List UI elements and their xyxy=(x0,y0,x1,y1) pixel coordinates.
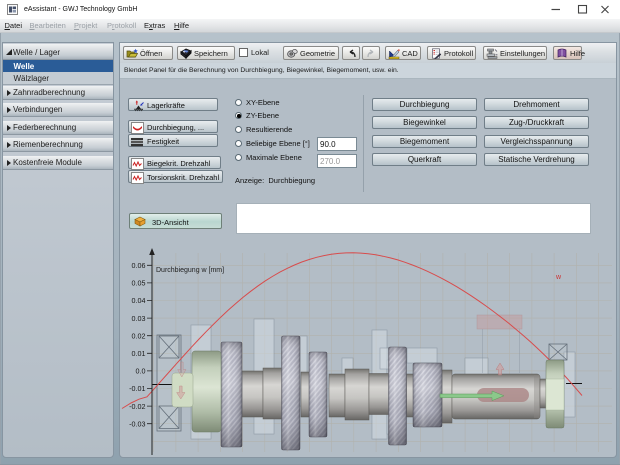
svg-text:-0.01: -0.01 xyxy=(129,384,145,393)
svg-text:-0.03: -0.03 xyxy=(129,419,145,428)
svg-text:0.06: 0.06 xyxy=(132,261,146,270)
svg-text:0.0: 0.0 xyxy=(136,367,146,376)
svg-text:0.04: 0.04 xyxy=(132,296,146,305)
svg-text:0.03: 0.03 xyxy=(132,314,146,323)
svg-text:w: w xyxy=(555,274,562,281)
svg-text:0.05: 0.05 xyxy=(132,279,146,288)
svg-text:Durchbiegung w [mm]: Durchbiegung w [mm] xyxy=(156,267,224,274)
svg-text:-0.02: -0.02 xyxy=(129,402,145,411)
svg-text:0.02: 0.02 xyxy=(132,331,146,340)
svg-text:0.01: 0.01 xyxy=(132,349,146,358)
